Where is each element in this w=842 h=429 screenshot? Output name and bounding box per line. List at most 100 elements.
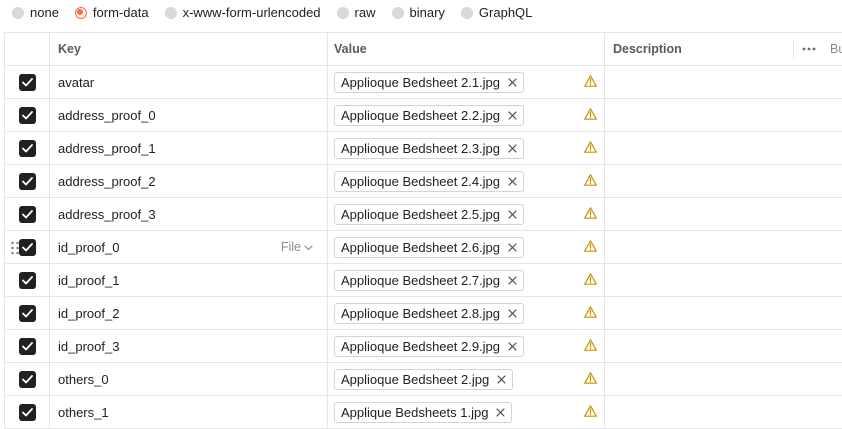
value-cell[interactable]: Applioque Bedsheet 2.4.jpg [328, 165, 605, 197]
remove-file-icon[interactable] [507, 209, 517, 219]
table-row: address_proof_3 Applioque Bedsheet 2.5.jp… [5, 198, 842, 231]
remove-file-icon[interactable] [507, 242, 517, 252]
warning-icon[interactable] [584, 75, 597, 88]
row-enabled-checkbox[interactable] [18, 238, 36, 256]
file-name: Applioque Bedsheet 2.7.jpg [341, 272, 501, 288]
drag-handle-icon[interactable] [10, 241, 20, 255]
radio-button[interactable] [164, 6, 177, 19]
radio-label: x-www-form-urlencoded [182, 5, 321, 20]
remove-file-icon[interactable] [495, 407, 505, 417]
description-cell[interactable] [605, 264, 842, 296]
warning-icon[interactable] [584, 141, 597, 154]
warning-icon[interactable] [584, 372, 597, 385]
key-cell[interactable]: others_1 [50, 396, 328, 428]
description-cell[interactable] [605, 99, 842, 131]
body-type-option-graphql[interactable]: GraphQL [460, 5, 532, 20]
radio-button[interactable] [460, 6, 473, 19]
body-type-option-none[interactable]: none [12, 5, 59, 20]
warning-icon[interactable] [584, 339, 597, 352]
value-cell[interactable]: Applioque Bedsheet 2.3.jpg [328, 132, 605, 164]
value-cell[interactable]: Applioque Bedsheet 2.1.jpg [328, 66, 605, 98]
description-cell[interactable] [605, 66, 842, 98]
value-cell[interactable]: Applioque Bedsheet 2.8.jpg [328, 297, 605, 329]
file-name: Applioque Bedsheet 2.jpg [341, 371, 490, 387]
radio-button[interactable] [74, 6, 87, 19]
description-cell[interactable] [605, 330, 842, 362]
description-cell[interactable] [605, 165, 842, 197]
value-cell[interactable]: Applioque Bedsheet 2.6.jpg [328, 231, 605, 263]
checkmark-icon [21, 143, 33, 153]
body-type-option-binary[interactable]: binary [391, 5, 445, 20]
warning-icon[interactable] [584, 108, 597, 121]
description-cell[interactable] [605, 363, 842, 395]
warning-icon[interactable] [584, 240, 597, 253]
warning-icon[interactable] [584, 405, 597, 418]
warning-icon[interactable] [584, 174, 597, 187]
row-enabled-checkbox[interactable] [18, 139, 36, 157]
radio-button[interactable] [12, 6, 24, 19]
checkmark-icon [21, 209, 33, 219]
key-cell[interactable]: id_proof_3 [50, 330, 328, 362]
header-check-cell [5, 33, 50, 65]
more-options-icon[interactable] [802, 33, 816, 65]
body-type-option-raw[interactable]: raw [336, 5, 376, 20]
key-text: id_proof_0 [58, 239, 120, 255]
description-cell[interactable] [605, 132, 842, 164]
key-type-dropdown[interactable]: File [281, 231, 313, 263]
description-cell[interactable] [605, 231, 842, 263]
remove-file-icon[interactable] [507, 143, 517, 153]
warning-icon[interactable] [584, 207, 597, 220]
key-text: address_proof_3 [58, 206, 156, 222]
remove-file-icon[interactable] [507, 176, 517, 186]
row-enabled-checkbox[interactable] [18, 271, 36, 289]
file-name: Applioque Bedsheet 2.5.jpg [341, 206, 501, 222]
header-description-cell: Description Bu [605, 33, 842, 65]
remove-file-icon[interactable] [507, 77, 517, 87]
description-cell[interactable] [605, 198, 842, 230]
row-enabled-checkbox[interactable] [18, 403, 36, 421]
row-enabled-checkbox[interactable] [18, 172, 36, 190]
remove-file-icon[interactable] [507, 275, 517, 285]
row-enabled-checkbox[interactable] [18, 106, 36, 124]
remove-file-icon[interactable] [507, 308, 517, 318]
value-cell[interactable]: Applioque Bedsheet 2.jpg [328, 363, 605, 395]
header-value: Value [328, 33, 605, 65]
key-cell[interactable]: others_0 [50, 363, 328, 395]
value-cell[interactable]: Applioque Bedsheet 2.9.jpg [328, 330, 605, 362]
key-text: id_proof_3 [58, 338, 120, 354]
key-cell[interactable]: id_proof_0 File [50, 231, 328, 263]
body-type-option-form-data[interactable]: form-data [74, 5, 149, 20]
bulk-edit-link[interactable]: Bu [830, 33, 842, 65]
radio-button[interactable] [391, 6, 404, 19]
row-enabled-checkbox[interactable] [18, 370, 36, 388]
value-cell[interactable]: Applique Bedsheets 1.jpg [328, 396, 605, 428]
key-cell[interactable]: address_proof_2 [50, 165, 328, 197]
row-check-cell [5, 231, 50, 263]
key-cell[interactable]: id_proof_2 [50, 297, 328, 329]
warning-icon[interactable] [584, 306, 597, 319]
form-data-table: Key Value Description Bu avatar Applioque… [4, 32, 842, 429]
key-cell[interactable]: address_proof_0 [50, 99, 328, 131]
value-cell[interactable]: Applioque Bedsheet 2.7.jpg [328, 264, 605, 296]
value-cell[interactable]: Applioque Bedsheet 2.5.jpg [328, 198, 605, 230]
file-chip: Applioque Bedsheet 2.jpg [334, 368, 514, 390]
radio-button[interactable] [336, 6, 349, 19]
remove-file-icon[interactable] [496, 374, 506, 384]
value-cell[interactable]: Applioque Bedsheet 2.2.jpg [328, 99, 605, 131]
key-cell[interactable]: address_proof_3 [50, 198, 328, 230]
key-cell[interactable]: avatar [50, 66, 328, 98]
row-enabled-checkbox[interactable] [18, 304, 36, 322]
row-enabled-checkbox[interactable] [18, 205, 36, 223]
remove-file-icon[interactable] [507, 110, 517, 120]
body-type-option-x-www-form-urlencoded[interactable]: x-www-form-urlencoded [164, 5, 321, 20]
warning-icon[interactable] [584, 273, 597, 286]
row-check-cell [5, 264, 50, 296]
row-enabled-checkbox[interactable] [18, 73, 36, 91]
key-cell[interactable]: address_proof_1 [50, 132, 328, 164]
row-enabled-checkbox[interactable] [18, 337, 36, 355]
file-chip: Applioque Bedsheet 2.1.jpg [334, 71, 525, 93]
description-cell[interactable] [605, 396, 842, 428]
key-cell[interactable]: id_proof_1 [50, 264, 328, 296]
description-cell[interactable] [605, 297, 842, 329]
remove-file-icon[interactable] [507, 341, 517, 351]
